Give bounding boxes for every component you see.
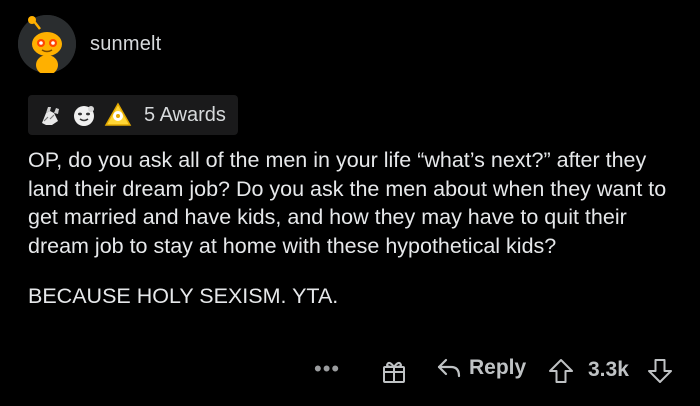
comment-paragraph: OP, do you ask all of the men in your li… [28,148,667,258]
vote-score: 3.3k [588,358,629,381]
awards-count: 5 Awards [144,103,226,126]
comment-header: sunmelt [18,12,161,76]
reply-label: Reply [469,356,527,379]
comment-author[interactable]: sunmelt [90,33,161,56]
awards-bar[interactable]: 5 Awards [28,95,238,135]
wholesome-seal-award-icon [74,106,94,126]
helpful-award-icon [104,102,132,126]
upvote-arrow-icon[interactable] [548,358,574,384]
hands-award-icon [42,107,59,125]
gift-icon[interactable] [381,358,407,384]
comment-body: OP, do you ask all of the men in your li… [28,146,678,311]
reply-button[interactable]: Reply [437,356,526,380]
avatar[interactable] [18,15,76,73]
comment-actions: ••• Reply 3.3k [0,354,700,386]
downvote-arrow-icon[interactable] [647,358,673,384]
snoo-avatar-icon [18,15,76,73]
more-options-button[interactable]: ••• [314,356,340,382]
comment-paragraph: BECAUSE HOLY SEXISM. YTA. [28,284,339,309]
reply-arrow-icon [437,358,461,378]
